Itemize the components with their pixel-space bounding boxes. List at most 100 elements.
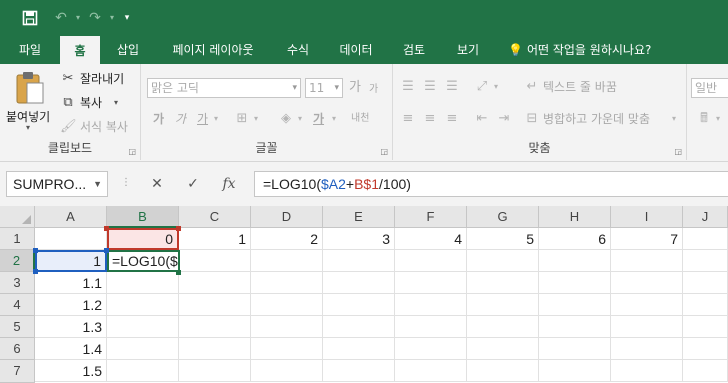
cell-f5[interactable]	[395, 316, 467, 338]
cell-g6[interactable]	[467, 338, 539, 360]
paste-button[interactable]: 붙여넣기 ▾	[4, 70, 56, 132]
fill-color-icon[interactable]: ◈	[277, 110, 295, 128]
cell-a4[interactable]: 1.2	[35, 294, 107, 316]
cell-c5[interactable]	[179, 316, 251, 338]
column-header-a[interactable]: A	[35, 206, 107, 228]
cell-i3[interactable]	[611, 272, 683, 294]
tab-review[interactable]: 검토	[394, 36, 434, 64]
cell-i2[interactable]	[611, 250, 683, 272]
font-color-button[interactable]: 가	[313, 110, 324, 128]
tab-view[interactable]: 보기	[448, 36, 488, 64]
cell-h4[interactable]	[539, 294, 611, 316]
column-header-c[interactable]: C	[179, 206, 251, 228]
formula-input[interactable]: =LOG10($A2+B$1/100)	[254, 171, 728, 197]
cell-b5[interactable]	[107, 316, 179, 338]
cell-j6[interactable]	[683, 338, 728, 360]
row-header-7[interactable]: 7	[0, 360, 35, 383]
cell-b4[interactable]	[107, 294, 179, 316]
column-header-h[interactable]: H	[539, 206, 611, 228]
merge-center-button[interactable]: ⊟ 병합하고 가운데 맞춤 ▾	[523, 110, 683, 128]
copy-button[interactable]: ⧉ 복사 ▾	[60, 94, 140, 112]
orientation-icon[interactable]: ⤢	[473, 78, 491, 96]
cell-d7[interactable]	[251, 360, 323, 382]
cell-e1[interactable]: 3	[323, 228, 395, 250]
font-size-combo[interactable]: 11 ▾	[305, 78, 343, 98]
decrease-indent-icon[interactable]: ⇤	[473, 110, 491, 128]
ref-b1-handle[interactable]	[104, 226, 109, 231]
cell-h1[interactable]: 6	[539, 228, 611, 250]
underline-button[interactable]: 가	[197, 110, 208, 128]
column-header-g[interactable]: G	[467, 206, 539, 228]
cell-f3[interactable]	[395, 272, 467, 294]
currency-dropdown-icon[interactable]: ▾	[713, 110, 723, 128]
column-header-d[interactable]: D	[251, 206, 323, 228]
cell-c2[interactable]	[179, 250, 251, 272]
align-right-icon[interactable]: ≡	[443, 110, 461, 128]
cut-button[interactable]: ✂ 잘라내기	[60, 70, 140, 88]
undo-dropdown-icon[interactable]: ▾	[72, 8, 84, 28]
cell-c7[interactable]	[179, 360, 251, 382]
cell-f2[interactable]	[395, 250, 467, 272]
cell-b2-editing[interactable]: =LOG10($	[107, 250, 180, 272]
cell-h2[interactable]	[539, 250, 611, 272]
increase-indent-icon[interactable]: ⇥	[495, 110, 513, 128]
name-box[interactable]: SUMPRO... ▼	[6, 171, 108, 197]
cell-b3[interactable]	[107, 272, 179, 294]
cell-a6[interactable]: 1.4	[35, 338, 107, 360]
cell-a3[interactable]: 1.1	[35, 272, 107, 294]
underline-dropdown-icon[interactable]: ▾	[211, 110, 221, 128]
check-icon[interactable]: ✓	[178, 171, 208, 197]
tab-insert[interactable]: 삽입	[108, 36, 148, 64]
number-format-combo[interactable]: 일반	[691, 78, 728, 98]
font-launcher-icon[interactable]: ◲	[380, 147, 388, 156]
row-header-5[interactable]: 5	[0, 316, 35, 338]
cell-e3[interactable]	[323, 272, 395, 294]
cell-e6[interactable]	[323, 338, 395, 360]
tab-formulas[interactable]: 수식	[278, 36, 318, 64]
cell-d3[interactable]	[251, 272, 323, 294]
ref-a2-handle[interactable]	[104, 248, 109, 253]
save-icon[interactable]	[20, 8, 40, 28]
align-top-icon[interactable]: ☰	[399, 78, 417, 96]
cell-h5[interactable]	[539, 316, 611, 338]
formula-bar-grip-icon[interactable]: ⋮	[121, 177, 131, 188]
align-bottom-icon[interactable]: ☰	[443, 78, 461, 96]
cell-a1[interactable]	[35, 228, 107, 250]
cell-a7[interactable]: 1.5	[35, 360, 107, 382]
cell-i7[interactable]	[611, 360, 683, 382]
phonetic-button[interactable]: 내천	[351, 110, 369, 128]
cell-i1[interactable]: 7	[611, 228, 683, 250]
ref-a2-handle[interactable]	[33, 248, 38, 253]
cell-e7[interactable]	[323, 360, 395, 382]
row-header-3[interactable]: 3	[0, 272, 35, 294]
cell-j2[interactable]	[683, 250, 728, 272]
cell-e4[interactable]	[323, 294, 395, 316]
align-center-icon[interactable]: ≡	[421, 110, 439, 128]
align-left-icon[interactable]: ≡	[399, 110, 417, 128]
cell-i6[interactable]	[611, 338, 683, 360]
cell-j3[interactable]	[683, 272, 728, 294]
bold-button[interactable]: 가	[153, 110, 164, 128]
tab-page-layout[interactable]: 페이지 레이아웃	[160, 36, 266, 64]
cell-a2[interactable]: 1	[35, 250, 107, 272]
font-color-dropdown-icon[interactable]: ▾	[329, 110, 339, 128]
insert-function-button[interactable]: fx	[214, 171, 244, 197]
cell-d5[interactable]	[251, 316, 323, 338]
grow-font-button[interactable]: 가	[349, 79, 361, 97]
cell-e5[interactable]	[323, 316, 395, 338]
row-header-1[interactable]: 1	[0, 228, 35, 250]
fill-handle[interactable]	[176, 270, 181, 275]
cell-d6[interactable]	[251, 338, 323, 360]
cell-f1[interactable]: 4	[395, 228, 467, 250]
alignment-launcher-icon[interactable]: ◲	[674, 147, 682, 156]
cell-h6[interactable]	[539, 338, 611, 360]
cell-b1[interactable]: 0	[107, 228, 179, 250]
format-painter-button[interactable]: 🖌 서식 복사	[60, 118, 140, 136]
align-middle-icon[interactable]: ☰	[421, 78, 439, 96]
cell-a5[interactable]: 1.3	[35, 316, 107, 338]
tell-me-box[interactable]: 💡 어떤 작업을 원하시나요?	[508, 36, 651, 64]
cell-d2[interactable]	[251, 250, 323, 272]
italic-button[interactable]: 가	[175, 110, 186, 128]
font-name-combo[interactable]: 맑은 고딕 ▾	[147, 78, 301, 98]
cell-c3[interactable]	[179, 272, 251, 294]
